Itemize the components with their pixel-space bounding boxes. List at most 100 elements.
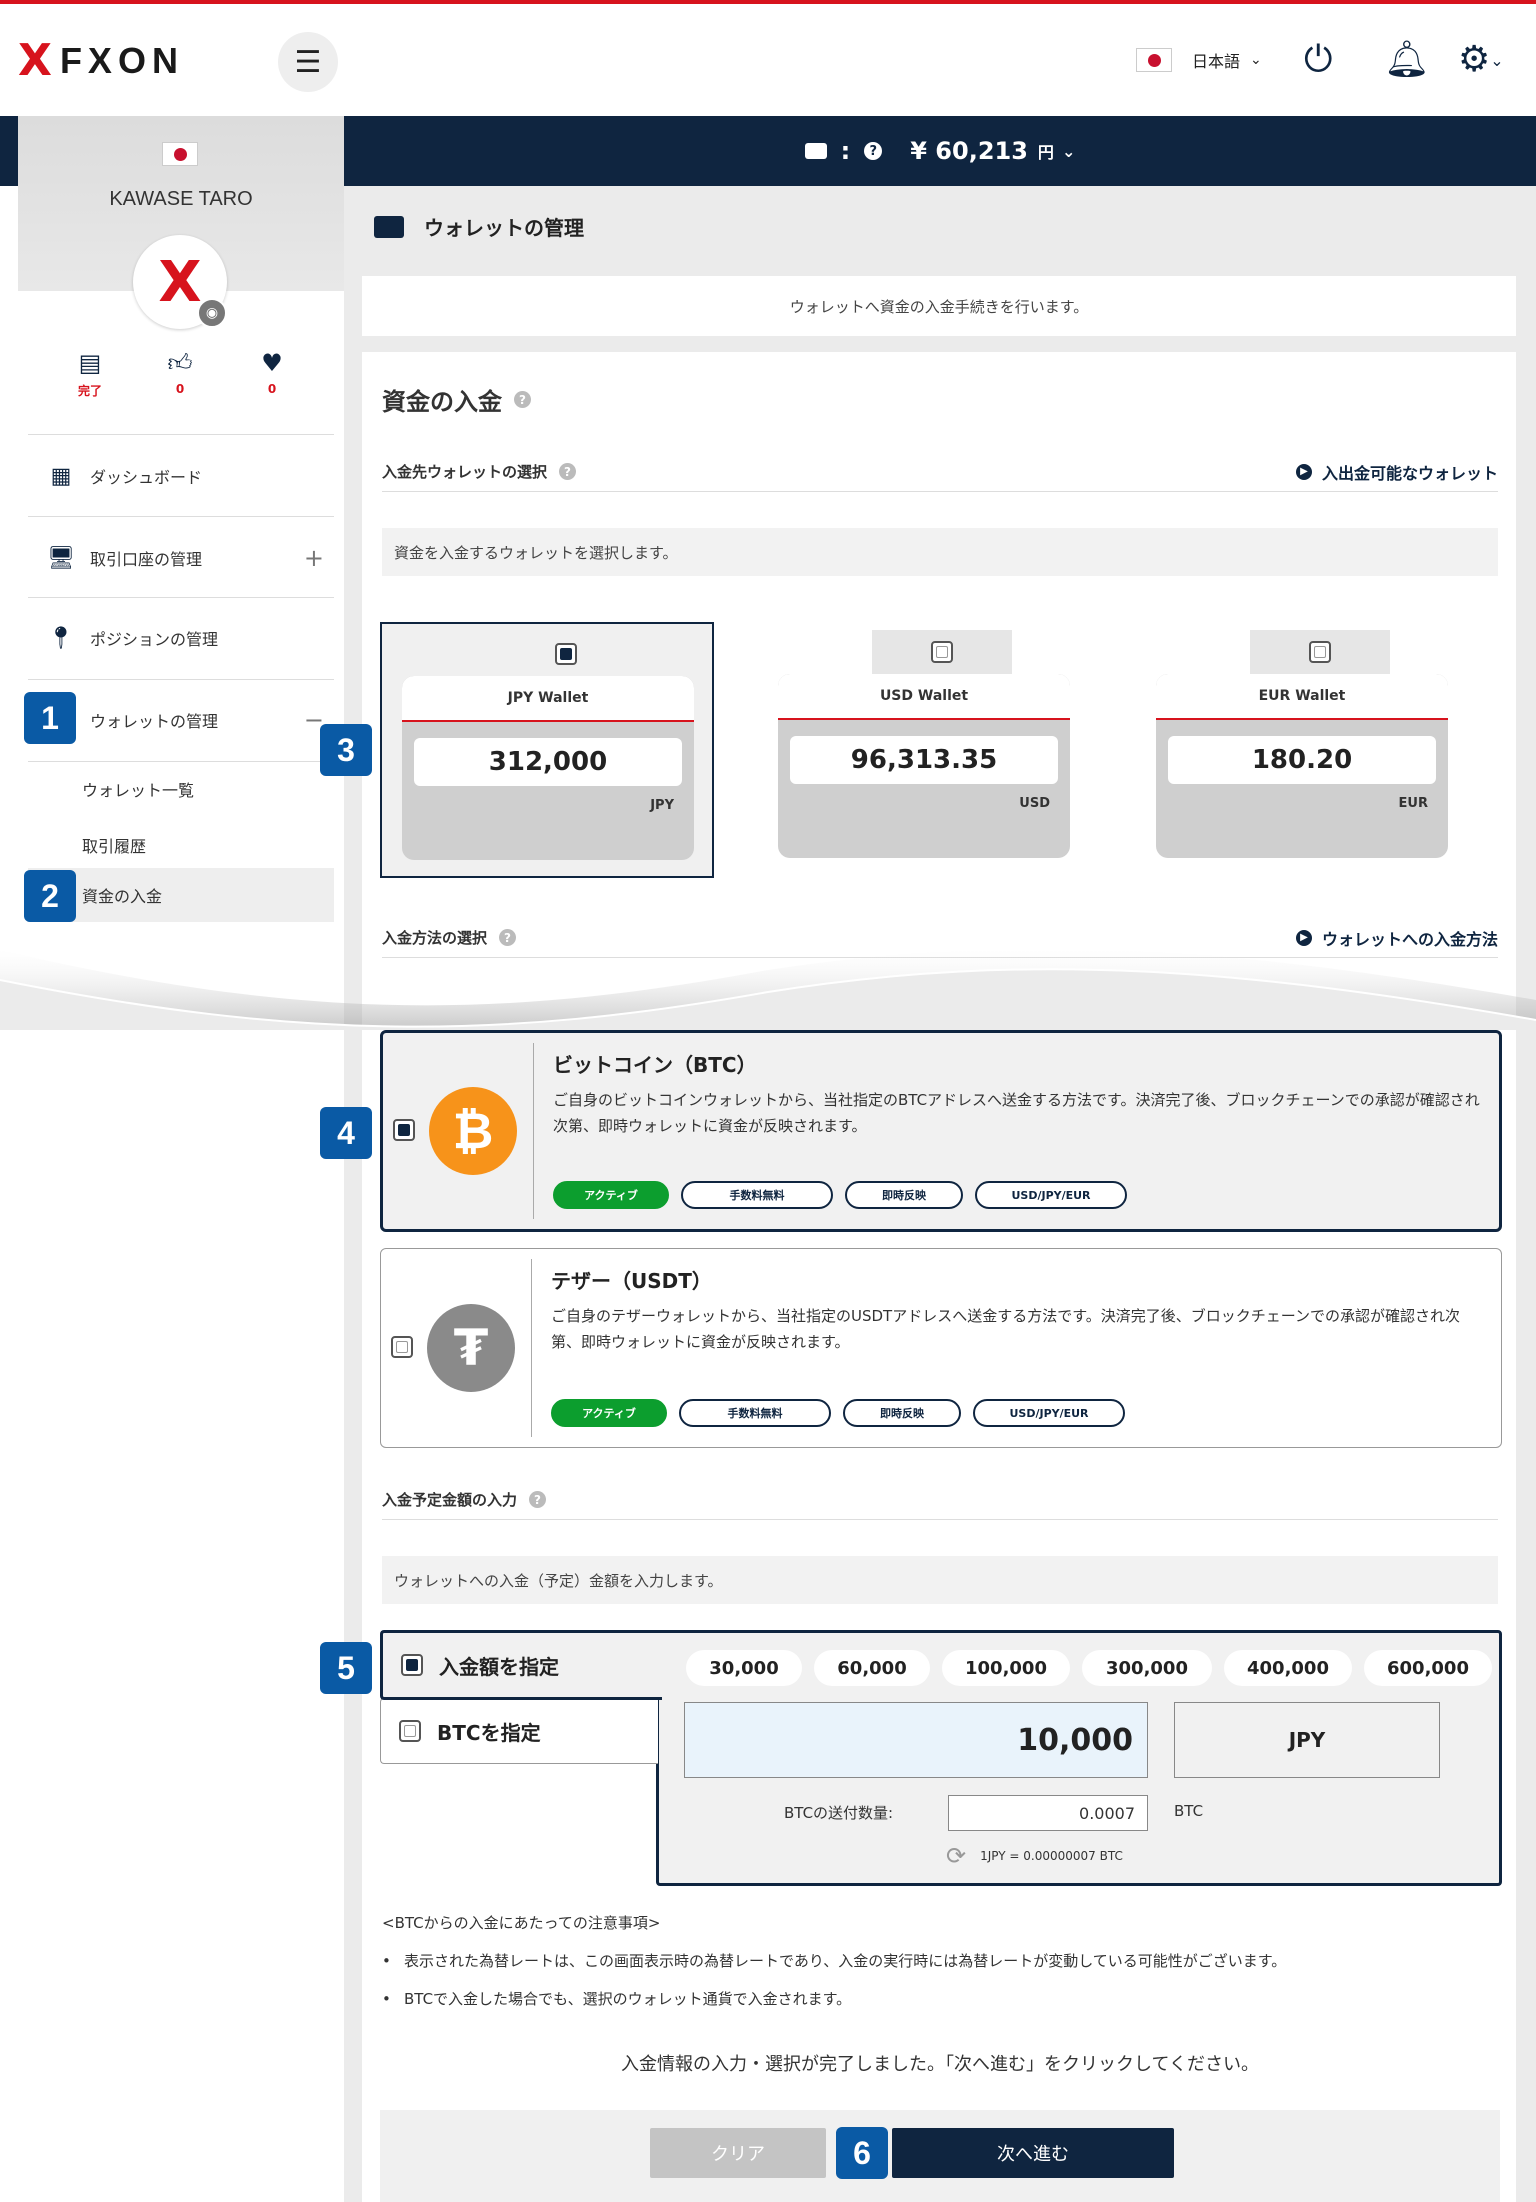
mode-label: 入金額を指定 xyxy=(439,1654,559,1679)
preset-button[interactable]: 300,000 xyxy=(1082,1650,1212,1686)
preset-button[interactable]: 600,000 xyxy=(1364,1650,1492,1686)
expand-icon[interactable]: + xyxy=(304,544,324,572)
desc-text: ウォレットへの入金（予定）金額を入力します。 xyxy=(394,1571,723,1590)
link-label: 入出金可能なウォレット xyxy=(1321,463,1498,483)
map-pin-icon: 📍︎ xyxy=(47,625,75,651)
help-icon[interactable]: ? xyxy=(529,1491,547,1508)
wallet-name: EUR Wallet xyxy=(1156,674,1448,720)
gear-icon[interactable]: ⚙⌄ xyxy=(1458,40,1504,81)
stat-likes[interactable]: 👍︎ 0 xyxy=(140,348,220,396)
wallet-radio-tab xyxy=(872,630,1012,674)
language-selector[interactable]: 日本語 ⌄ xyxy=(1136,48,1262,72)
amount-section-desc: ウォレットへの入金（予定）金額を入力します。 xyxy=(382,1556,1498,1604)
method-option-usdt[interactable]: ₮ テザー（USDT） ご自身のテザーウォレットから、当社指定のUSDTアドレス… xyxy=(380,1248,1502,1448)
preset-button[interactable]: 30,000 xyxy=(686,1650,802,1686)
stat-verification[interactable]: ▤ 完了 xyxy=(50,348,130,399)
tag-no-fee: 手数料無料 xyxy=(679,1399,831,1427)
wallet-name: USD Wallet xyxy=(778,674,1070,720)
method-checkbox[interactable] xyxy=(393,1119,415,1141)
preset-button[interactable]: 60,000 xyxy=(814,1650,930,1686)
note-item: 表示された為替レートは、この画面表示時の為替レートであり、入金の実行時には為替レ… xyxy=(382,1942,1498,1980)
fxon-logo-text: FXON xyxy=(59,40,184,81)
wallet-checkbox[interactable] xyxy=(1309,641,1331,663)
wallet-currency: JPY xyxy=(650,798,674,813)
wallet-section-header: 入金先ウォレットの選択 ? ▶ 入出金可能なウォレット xyxy=(382,452,1498,492)
stat-value: 0 xyxy=(267,382,277,396)
help-icon[interactable]: ? xyxy=(864,142,883,160)
tag-no-fee: 手数料無料 xyxy=(681,1181,833,1209)
help-icon[interactable]: ? xyxy=(514,391,531,408)
hamburger-icon[interactable]: ☰ xyxy=(278,32,338,92)
chevron-down-icon: ⌄ xyxy=(1490,51,1504,70)
tag-instant: 即時反映 xyxy=(845,1181,963,1209)
deposit-heading-text: 資金の入金 xyxy=(382,388,502,416)
wallet-option-usd[interactable]: USD Wallet 96,313.35 USD xyxy=(758,622,1092,878)
mode-checkbox[interactable] xyxy=(399,1720,421,1742)
heart-icon: ♥ xyxy=(261,349,283,377)
mode-checkbox[interactable] xyxy=(401,1654,423,1676)
clear-button[interactable]: クリア xyxy=(650,2128,826,2178)
method-option-btc[interactable]: ₿ ビットコイン（BTC） ご自身のビットコインウォレットから、当社指定のBTC… xyxy=(380,1030,1502,1232)
wallet-checkbox[interactable] xyxy=(931,641,953,663)
method-checkbox[interactable] xyxy=(391,1336,413,1358)
wallet-amount: 180.20 xyxy=(1168,736,1436,784)
page-break-wave xyxy=(0,948,1536,1030)
page-title: ウォレットの管理 xyxy=(374,212,584,241)
sidebar-subitem-wallet-list[interactable]: ウォレット一覧 xyxy=(28,762,334,816)
grid-icon: ▦ xyxy=(50,463,72,489)
wallet-option-eur[interactable]: EUR Wallet 180.20 EUR xyxy=(1136,622,1470,878)
sidebar-item-label: 取引口座の管理 xyxy=(90,550,203,569)
available-wallets-link[interactable]: ▶ 入出金可能なウォレット xyxy=(1295,460,1498,484)
wallet-option-jpy[interactable]: JPY Wallet 312,000 JPY xyxy=(380,622,714,878)
wallet-icon xyxy=(804,143,827,159)
japan-flag-icon xyxy=(162,142,198,166)
section-title: 入金先ウォレットの選択 xyxy=(382,463,548,481)
sidebar-item-accounts[interactable]: 🖥︎ 取引口座の管理 + xyxy=(28,538,334,578)
preset-amounts: 30,000 60,000 100,000 300,000 400,000 60… xyxy=(686,1650,1492,1686)
stat-favorites[interactable]: ♥ 0 xyxy=(232,348,312,396)
chevron-down-icon: ⌄ xyxy=(1250,52,1262,68)
wallet-amount: 96,313.35 xyxy=(790,736,1058,784)
wallet-card: JPY Wallet 312,000 JPY xyxy=(402,676,694,860)
chevron-down-icon[interactable]: ⌄ xyxy=(1062,142,1075,161)
btc-quantity-label: BTCの送付数量: xyxy=(784,1804,894,1822)
help-icon[interactable]: ? xyxy=(559,463,577,480)
sidebar-subitem-label: 資金の入金 xyxy=(82,887,163,906)
confirm-message: 入金情報の入力・選択が完了しました。「次へ進む」をクリックしてください。 xyxy=(621,2054,1259,2075)
wallet-name: JPY Wallet xyxy=(402,676,694,722)
camera-icon[interactable]: ◉ xyxy=(197,298,227,328)
preset-button[interactable]: 100,000 xyxy=(942,1650,1070,1686)
id-card-check-icon: ▤ xyxy=(78,349,102,377)
refresh-icon[interactable]: ⟳ xyxy=(946,1842,966,1870)
thumbs-up-icon: 👍︎ xyxy=(167,349,193,377)
bitcoin-icon: ₿ xyxy=(429,1087,517,1175)
sidebar-subitem-history[interactable]: 取引履歴 xyxy=(28,818,334,872)
fxon-logo[interactable]: X FXON xyxy=(18,39,184,83)
tag-currencies: USD/JPY/EUR xyxy=(973,1399,1125,1427)
balance-unit: 円 xyxy=(1037,143,1054,162)
mode-amount-tab[interactable]: 入金額を指定 xyxy=(380,1630,662,1700)
sidebar-item-positions[interactable]: 📍︎ ポジションの管理 xyxy=(28,618,334,658)
btc-quantity-field: 0.0007 xyxy=(948,1795,1148,1831)
rate-text: 1JPY = 0.00000007 BTC xyxy=(980,1849,1123,1863)
notes: <BTCからの入金にあたっての注意事項> 表示された為替レートは、この画面表示時… xyxy=(382,1904,1498,2018)
sidebar-subitem-label: 取引履歴 xyxy=(82,837,147,856)
power-icon[interactable]: ⏻ xyxy=(1304,40,1332,80)
wallet-checkbox[interactable] xyxy=(555,643,577,665)
sidebar-item-label: ウォレットの管理 xyxy=(90,712,219,731)
tag-active: アクティブ xyxy=(553,1181,669,1209)
method-title: ビットコイン（BTC） xyxy=(553,1053,757,1077)
next-button[interactable]: 次へ進む xyxy=(892,2128,1174,2178)
sidebar-item-dashboard[interactable]: ▦ ダッシュボード xyxy=(28,456,334,496)
method-desc: ご自身のビットコインウォレットから、当社指定のBTCアドレスへ送金する方法です。… xyxy=(553,1091,1480,1135)
stat-value: 完了 xyxy=(77,384,102,398)
mode-btc-tab[interactable]: BTCを指定 xyxy=(380,1698,658,1764)
intro-card: ウォレットへ資金の入金手続きを行います。 xyxy=(362,276,1516,336)
preset-button[interactable]: 400,000 xyxy=(1224,1650,1352,1686)
exchange-rate: ⟳ 1JPY = 0.00000007 BTC xyxy=(946,1842,1123,1870)
wallet-radio-tab xyxy=(1250,630,1390,674)
amount-input[interactable]: 10,000 xyxy=(684,1702,1148,1778)
user-name: KAWASE TARO xyxy=(109,188,253,210)
tag-instant: 即時反映 xyxy=(843,1399,961,1427)
bell-icon[interactable]: 🔔︎ xyxy=(1384,40,1430,80)
